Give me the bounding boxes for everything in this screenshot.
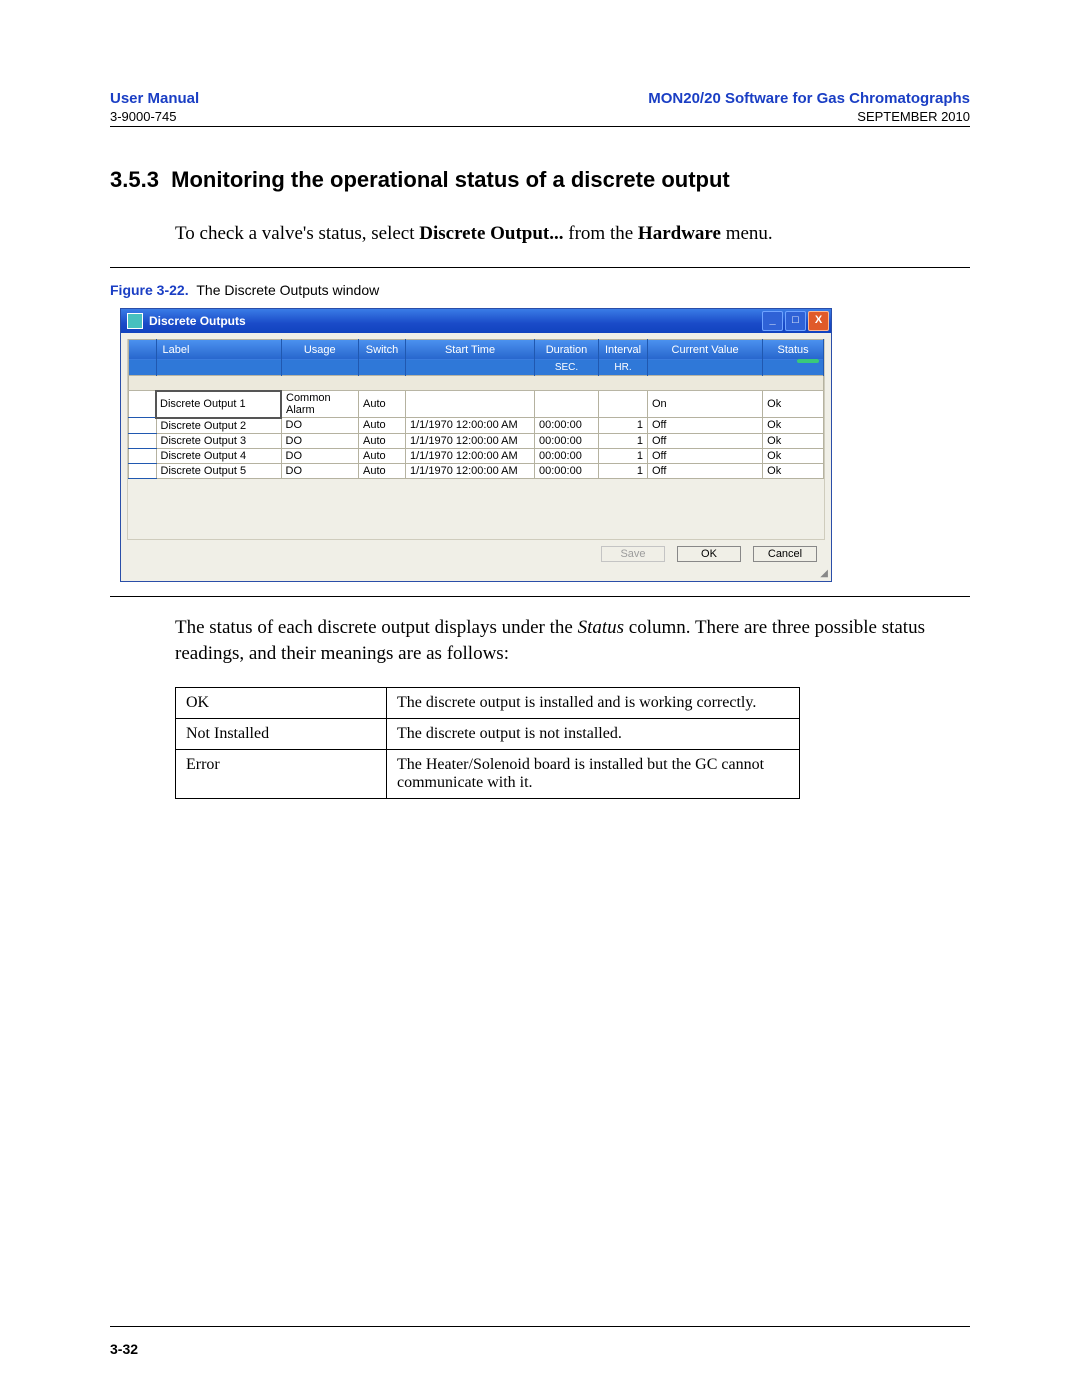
cell-interval[interactable]: 1 — [599, 448, 648, 463]
cell-start[interactable]: 1/1/1970 12:00:00 AM — [406, 433, 535, 448]
cell-status: Ok — [763, 391, 824, 418]
cell-interval[interactable] — [599, 391, 648, 418]
cell-start[interactable]: 1/1/1970 12:00:00 AM — [406, 418, 535, 434]
status-value: The discrete output is not installed. — [387, 718, 800, 749]
status-key: Error — [176, 749, 387, 798]
cell-interval[interactable]: 1 — [599, 418, 648, 434]
row-number: 3 — [129, 433, 157, 448]
cell-current: Off — [648, 448, 763, 463]
col-switch[interactable]: Switch — [359, 339, 406, 360]
cell-label[interactable]: Discrete Output 4 — [156, 448, 281, 463]
col-label[interactable]: Label — [156, 339, 281, 360]
cell-usage[interactable]: DO — [281, 448, 359, 463]
cell-status: Ok — [763, 433, 824, 448]
figure-rule-bottom — [110, 596, 970, 597]
row-number: 5 — [129, 463, 157, 478]
header-right-title: MON20/20 Software for Gas Chromatographs — [648, 90, 970, 107]
resize-grip-icon[interactable]: ◢ — [121, 568, 831, 581]
figure-caption: Figure 3-22. The Discrete Outputs window — [110, 282, 970, 298]
table-row: ErrorThe Heater/Solenoid board is instal… — [176, 749, 800, 798]
cell-current: Off — [648, 463, 763, 478]
close-button[interactable]: X — [808, 311, 829, 331]
header-rule — [110, 126, 970, 127]
table-row: OKThe discrete output is installed and i… — [176, 687, 800, 718]
cell-duration[interactable]: 00:00:00 — [535, 418, 599, 434]
cell-status: Ok — [763, 463, 824, 478]
intro-paragraph: To check a valve's status, select Discre… — [175, 221, 970, 248]
cell-duration[interactable]: 00:00:00 — [535, 463, 599, 478]
cell-status: Ok — [763, 448, 824, 463]
cell-label[interactable]: Discrete Output 3 — [156, 433, 281, 448]
cell-switch[interactable]: Auto — [359, 391, 406, 418]
cell-current: Off — [648, 418, 763, 434]
cell-start[interactable] — [406, 391, 535, 418]
table-row: Not InstalledThe discrete output is not … — [176, 718, 800, 749]
status-value: The Heater/Solenoid board is installed b… — [387, 749, 800, 798]
save-button: Save — [601, 546, 665, 562]
col-interval-sub: HR. — [599, 360, 648, 376]
cancel-button[interactable]: Cancel — [753, 546, 817, 562]
cell-label[interactable]: Discrete Output 2 — [156, 418, 281, 434]
header-left-sub: 3-9000-745 — [110, 109, 177, 124]
cell-duration[interactable] — [535, 391, 599, 418]
cell-label[interactable]: Discrete Output 5 — [156, 463, 281, 478]
minimize-button[interactable]: _ — [762, 311, 783, 331]
table-row[interactable]: 4Discrete Output 4DOAuto1/1/1970 12:00:0… — [129, 448, 824, 463]
status-key: Not Installed — [176, 718, 387, 749]
cell-interval[interactable]: 1 — [599, 463, 648, 478]
col-current[interactable]: Current Value — [648, 339, 763, 360]
col-status[interactable]: Status — [763, 339, 824, 360]
window-titlebar[interactable]: Discrete Outputs _ □ X — [121, 309, 831, 333]
status-value: The discrete output is installed and is … — [387, 687, 800, 718]
ok-button[interactable]: OK — [677, 546, 741, 562]
col-usage[interactable]: Usage — [281, 339, 359, 360]
col-interval[interactable]: Interval — [599, 339, 648, 360]
footer-rule — [110, 1326, 970, 1327]
discrete-outputs-grid[interactable]: Label Usage Switch Start Time Duration I… — [128, 339, 824, 479]
cell-current: On — [648, 391, 763, 418]
cell-usage[interactable]: DO — [281, 463, 359, 478]
figure-rule-top — [110, 267, 970, 268]
cell-usage[interactable]: DO — [281, 418, 359, 434]
cell-usage[interactable]: Common Alarm — [281, 391, 359, 418]
cell-duration[interactable]: 00:00:00 — [535, 433, 599, 448]
header-right-sub: SEPTEMBER 2010 — [857, 109, 970, 124]
row-number: 4 — [129, 448, 157, 463]
table-row[interactable]: 3Discrete Output 3DOAuto1/1/1970 12:00:0… — [129, 433, 824, 448]
cell-usage[interactable]: DO — [281, 433, 359, 448]
discrete-outputs-window: Discrete Outputs _ □ X Label Usag — [120, 308, 832, 582]
cell-start[interactable]: 1/1/1970 12:00:00 AM — [406, 463, 535, 478]
row-number: 1 — [129, 391, 157, 418]
indicator-icon — [797, 359, 819, 363]
status-key: OK — [176, 687, 387, 718]
header-left-title: User Manual — [110, 90, 199, 107]
col-duration-sub: SEC. — [535, 360, 599, 376]
table-row[interactable]: 2Discrete Output 2DOAuto1/1/1970 12:00:0… — [129, 418, 824, 434]
cell-status: Ok — [763, 418, 824, 434]
cell-switch[interactable]: Auto — [359, 448, 406, 463]
status-meanings-table: OKThe discrete output is installed and i… — [175, 687, 800, 799]
cell-duration[interactable]: 00:00:00 — [535, 448, 599, 463]
cell-switch[interactable]: Auto — [359, 418, 406, 434]
app-icon — [127, 313, 143, 329]
cell-interval[interactable]: 1 — [599, 433, 648, 448]
section-heading: 3.5.3 Monitoring the operational status … — [110, 167, 970, 193]
table-row[interactable]: 5Discrete Output 5DOAuto1/1/1970 12:00:0… — [129, 463, 824, 478]
table-row[interactable]: 1Discrete Output 1Common AlarmAuto OnOk — [129, 391, 824, 418]
cell-switch[interactable]: Auto — [359, 463, 406, 478]
col-duration[interactable]: Duration — [535, 339, 599, 360]
status-description: The status of each discrete output displ… — [175, 615, 970, 668]
col-start[interactable]: Start Time — [406, 339, 535, 360]
maximize-button[interactable]: □ — [785, 311, 806, 331]
cell-switch[interactable]: Auto — [359, 433, 406, 448]
cell-label[interactable]: Discrete Output 1 — [156, 391, 281, 418]
page-number: 3-32 — [110, 1341, 138, 1357]
window-title: Discrete Outputs — [149, 314, 246, 328]
row-number: 2 — [129, 418, 157, 434]
cell-start[interactable]: 1/1/1970 12:00:00 AM — [406, 448, 535, 463]
cell-current: Off — [648, 433, 763, 448]
